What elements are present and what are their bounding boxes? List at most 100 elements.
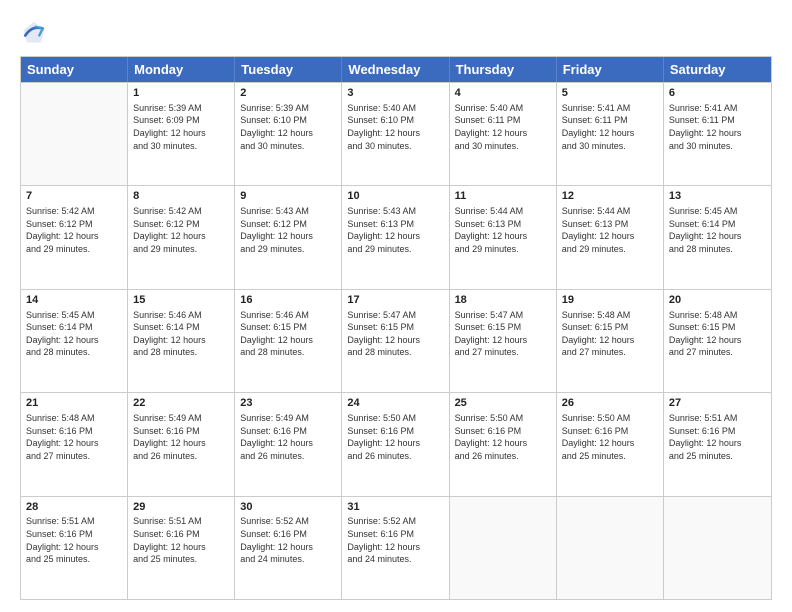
calendar-header-row: SundayMondayTuesdayWednesdayThursdayFrid… [21, 57, 771, 82]
calendar-cell: 14Sunrise: 5:45 AMSunset: 6:14 PMDayligh… [21, 290, 128, 392]
header-day-wednesday: Wednesday [342, 57, 449, 82]
calendar-cell: 29Sunrise: 5:51 AMSunset: 6:16 PMDayligh… [128, 497, 235, 599]
day-number: 17 [347, 293, 443, 308]
calendar-cell: 7Sunrise: 5:42 AMSunset: 6:12 PMDaylight… [21, 186, 128, 288]
day-info: Sunrise: 5:50 AMSunset: 6:16 PMDaylight:… [347, 412, 443, 462]
day-info: Sunrise: 5:52 AMSunset: 6:16 PMDaylight:… [240, 515, 336, 565]
header-day-sunday: Sunday [21, 57, 128, 82]
calendar-body: 1Sunrise: 5:39 AMSunset: 6:09 PMDaylight… [21, 82, 771, 599]
calendar-week-4: 21Sunrise: 5:48 AMSunset: 6:16 PMDayligh… [21, 392, 771, 495]
header-day-thursday: Thursday [450, 57, 557, 82]
calendar-cell [557, 497, 664, 599]
header-day-monday: Monday [128, 57, 235, 82]
day-number: 20 [669, 293, 766, 308]
calendar-cell: 9Sunrise: 5:43 AMSunset: 6:12 PMDaylight… [235, 186, 342, 288]
calendar-cell: 6Sunrise: 5:41 AMSunset: 6:11 PMDaylight… [664, 83, 771, 185]
day-number: 16 [240, 293, 336, 308]
header [20, 18, 772, 46]
day-info: Sunrise: 5:51 AMSunset: 6:16 PMDaylight:… [26, 515, 122, 565]
calendar-cell [450, 497, 557, 599]
day-number: 28 [26, 500, 122, 515]
day-info: Sunrise: 5:50 AMSunset: 6:16 PMDaylight:… [455, 412, 551, 462]
day-info: Sunrise: 5:46 AMSunset: 6:14 PMDaylight:… [133, 309, 229, 359]
day-number: 13 [669, 189, 766, 204]
day-info: Sunrise: 5:42 AMSunset: 6:12 PMDaylight:… [26, 205, 122, 255]
calendar-cell: 19Sunrise: 5:48 AMSunset: 6:15 PMDayligh… [557, 290, 664, 392]
day-info: Sunrise: 5:51 AMSunset: 6:16 PMDaylight:… [133, 515, 229, 565]
calendar-cell [21, 83, 128, 185]
calendar-page: SundayMondayTuesdayWednesdayThursdayFrid… [0, 0, 792, 612]
day-info: Sunrise: 5:39 AMSunset: 6:10 PMDaylight:… [240, 102, 336, 152]
day-number: 10 [347, 189, 443, 204]
day-info: Sunrise: 5:43 AMSunset: 6:12 PMDaylight:… [240, 205, 336, 255]
day-info: Sunrise: 5:46 AMSunset: 6:15 PMDaylight:… [240, 309, 336, 359]
day-number: 22 [133, 396, 229, 411]
day-number: 26 [562, 396, 658, 411]
calendar-cell: 23Sunrise: 5:49 AMSunset: 6:16 PMDayligh… [235, 393, 342, 495]
day-info: Sunrise: 5:49 AMSunset: 6:16 PMDaylight:… [240, 412, 336, 462]
calendar-cell: 12Sunrise: 5:44 AMSunset: 6:13 PMDayligh… [557, 186, 664, 288]
calendar-cell: 10Sunrise: 5:43 AMSunset: 6:13 PMDayligh… [342, 186, 449, 288]
day-info: Sunrise: 5:52 AMSunset: 6:16 PMDaylight:… [347, 515, 443, 565]
calendar-cell: 2Sunrise: 5:39 AMSunset: 6:10 PMDaylight… [235, 83, 342, 185]
day-info: Sunrise: 5:44 AMSunset: 6:13 PMDaylight:… [562, 205, 658, 255]
header-day-saturday: Saturday [664, 57, 771, 82]
day-number: 6 [669, 86, 766, 101]
day-number: 4 [455, 86, 551, 101]
calendar-cell: 20Sunrise: 5:48 AMSunset: 6:15 PMDayligh… [664, 290, 771, 392]
day-number: 7 [26, 189, 122, 204]
calendar-week-5: 28Sunrise: 5:51 AMSunset: 6:16 PMDayligh… [21, 496, 771, 599]
day-number: 8 [133, 189, 229, 204]
day-info: Sunrise: 5:47 AMSunset: 6:15 PMDaylight:… [455, 309, 551, 359]
calendar-cell: 5Sunrise: 5:41 AMSunset: 6:11 PMDaylight… [557, 83, 664, 185]
day-info: Sunrise: 5:42 AMSunset: 6:12 PMDaylight:… [133, 205, 229, 255]
day-info: Sunrise: 5:45 AMSunset: 6:14 PMDaylight:… [26, 309, 122, 359]
day-info: Sunrise: 5:48 AMSunset: 6:15 PMDaylight:… [669, 309, 766, 359]
calendar-cell: 27Sunrise: 5:51 AMSunset: 6:16 PMDayligh… [664, 393, 771, 495]
day-number: 29 [133, 500, 229, 515]
day-info: Sunrise: 5:48 AMSunset: 6:16 PMDaylight:… [26, 412, 122, 462]
day-number: 12 [562, 189, 658, 204]
calendar-cell: 8Sunrise: 5:42 AMSunset: 6:12 PMDaylight… [128, 186, 235, 288]
day-number: 30 [240, 500, 336, 515]
calendar-cell: 31Sunrise: 5:52 AMSunset: 6:16 PMDayligh… [342, 497, 449, 599]
day-number: 24 [347, 396, 443, 411]
calendar-cell: 28Sunrise: 5:51 AMSunset: 6:16 PMDayligh… [21, 497, 128, 599]
calendar-cell: 25Sunrise: 5:50 AMSunset: 6:16 PMDayligh… [450, 393, 557, 495]
day-info: Sunrise: 5:45 AMSunset: 6:14 PMDaylight:… [669, 205, 766, 255]
day-number: 2 [240, 86, 336, 101]
calendar-cell: 17Sunrise: 5:47 AMSunset: 6:15 PMDayligh… [342, 290, 449, 392]
day-number: 31 [347, 500, 443, 515]
calendar-week-1: 1Sunrise: 5:39 AMSunset: 6:09 PMDaylight… [21, 82, 771, 185]
day-info: Sunrise: 5:50 AMSunset: 6:16 PMDaylight:… [562, 412, 658, 462]
day-number: 19 [562, 293, 658, 308]
day-number: 23 [240, 396, 336, 411]
header-day-tuesday: Tuesday [235, 57, 342, 82]
day-info: Sunrise: 5:44 AMSunset: 6:13 PMDaylight:… [455, 205, 551, 255]
day-number: 14 [26, 293, 122, 308]
day-info: Sunrise: 5:40 AMSunset: 6:11 PMDaylight:… [455, 102, 551, 152]
day-info: Sunrise: 5:40 AMSunset: 6:10 PMDaylight:… [347, 102, 443, 152]
day-number: 3 [347, 86, 443, 101]
calendar-cell [664, 497, 771, 599]
day-info: Sunrise: 5:47 AMSunset: 6:15 PMDaylight:… [347, 309, 443, 359]
calendar-cell: 4Sunrise: 5:40 AMSunset: 6:11 PMDaylight… [450, 83, 557, 185]
calendar-cell: 21Sunrise: 5:48 AMSunset: 6:16 PMDayligh… [21, 393, 128, 495]
calendar-cell: 30Sunrise: 5:52 AMSunset: 6:16 PMDayligh… [235, 497, 342, 599]
calendar: SundayMondayTuesdayWednesdayThursdayFrid… [20, 56, 772, 600]
day-number: 18 [455, 293, 551, 308]
day-number: 11 [455, 189, 551, 204]
calendar-cell: 16Sunrise: 5:46 AMSunset: 6:15 PMDayligh… [235, 290, 342, 392]
calendar-cell: 18Sunrise: 5:47 AMSunset: 6:15 PMDayligh… [450, 290, 557, 392]
calendar-week-2: 7Sunrise: 5:42 AMSunset: 6:12 PMDaylight… [21, 185, 771, 288]
day-info: Sunrise: 5:48 AMSunset: 6:15 PMDaylight:… [562, 309, 658, 359]
day-number: 15 [133, 293, 229, 308]
day-info: Sunrise: 5:41 AMSunset: 6:11 PMDaylight:… [669, 102, 766, 152]
calendar-week-3: 14Sunrise: 5:45 AMSunset: 6:14 PMDayligh… [21, 289, 771, 392]
calendar-cell: 15Sunrise: 5:46 AMSunset: 6:14 PMDayligh… [128, 290, 235, 392]
header-day-friday: Friday [557, 57, 664, 82]
calendar-cell: 24Sunrise: 5:50 AMSunset: 6:16 PMDayligh… [342, 393, 449, 495]
day-number: 25 [455, 396, 551, 411]
day-info: Sunrise: 5:41 AMSunset: 6:11 PMDaylight:… [562, 102, 658, 152]
day-number: 9 [240, 189, 336, 204]
